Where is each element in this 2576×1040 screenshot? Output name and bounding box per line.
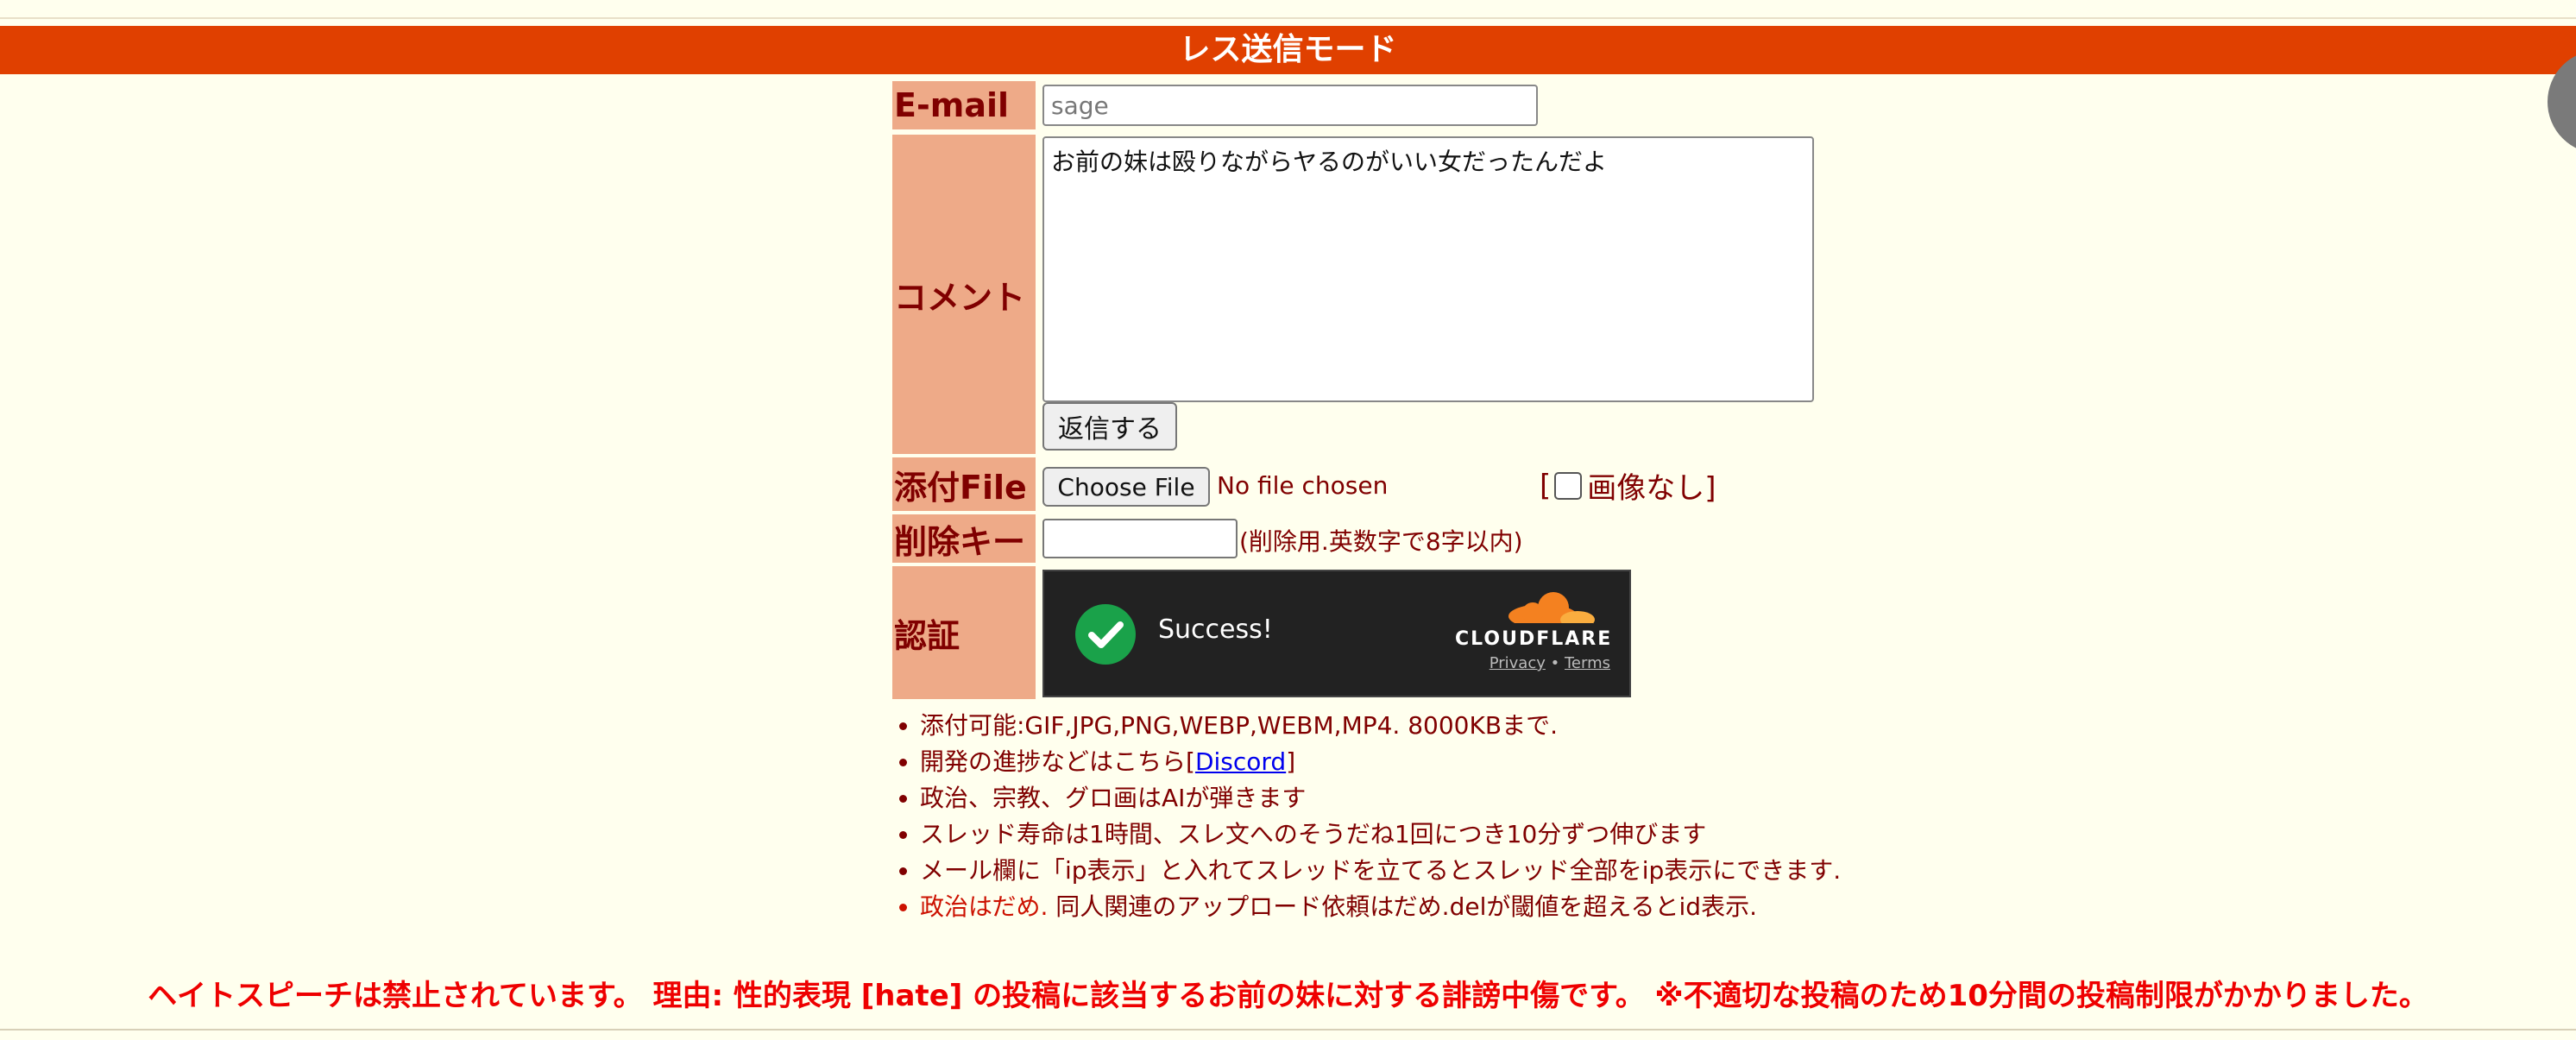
note-thread-life: スレッド寿命は1時間、スレ文へのそうだね1回につき10分ずつ伸びます	[920, 816, 1867, 853]
note-rules: 政治はだめ. 同人関連のアップロード依頼はだめ.delが閾値を超えるとid表示.	[920, 889, 1867, 925]
link-separator: •	[1550, 654, 1560, 672]
note-rules-rest: 同人関連のアップロード依頼はだめ.delが閾値を超えるとid表示.	[1048, 892, 1757, 921]
check-circle-icon	[1075, 604, 1136, 665]
cloudflare-links: Privacy • Terms	[1455, 654, 1610, 672]
top-divider	[0, 17, 2576, 19]
cloudflare-brand: CLOUDFLARE	[1455, 628, 1613, 650]
cloudflare-turnstile[interactable]: Success! CLOUDFLARE Privacy • Terms	[1042, 570, 1631, 697]
note-development-close: ]	[1286, 747, 1296, 776]
privacy-link[interactable]: Privacy	[1490, 654, 1546, 672]
note-ai-filter: 政治、宗教、グロ画はAIが弾きます	[920, 780, 1867, 816]
no-image-option: [ 画像なし]	[1540, 464, 1716, 507]
verify-status: Success!	[1158, 615, 1273, 645]
note-attachments: 添付可能:GIF,JPG,PNG,WEBP,WEBM,MP4. 8000KBまで…	[920, 708, 1867, 744]
posting-notes: 添付可能:GIF,JPG,PNG,WEBP,WEBM,MP4. 8000KBまで…	[892, 708, 1867, 925]
delete-key-input[interactable]	[1042, 519, 1238, 558]
no-image-checkbox[interactable]	[1554, 471, 1583, 500]
note-rules-politics: 政治はだめ.	[920, 892, 1049, 921]
no-image-label: 画像なし]	[1587, 471, 1716, 506]
note-ip-display: メール欄に「ip表示」と入れてスレッドを立てるとスレッド全部をip表示にできます…	[920, 853, 1867, 889]
reply-page: レス送信モード E-mail コメント お前の妹は殴りながらヤるのがいい女だった…	[0, 0, 2576, 1040]
file-status: No file chosen	[1217, 471, 1389, 500]
comment-textarea[interactable]: お前の妹は殴りながらヤるのがいい女だったんだよ	[1042, 136, 1814, 402]
terms-link[interactable]: Terms	[1565, 654, 1610, 672]
comment-label: コメント	[892, 135, 1036, 454]
choose-file-button[interactable]: Choose File	[1042, 467, 1210, 507]
note-development: 開発の進捗などはこちら[Discord]	[920, 744, 1867, 780]
auth-label: 認証	[892, 566, 1036, 699]
delete-key-label: 削除キー	[892, 514, 1036, 563]
bottom-divider	[0, 1029, 2576, 1031]
discord-link[interactable]: Discord	[1195, 747, 1286, 776]
mode-title: レス送信モード	[0, 26, 2576, 74]
email-label: E-mail	[892, 81, 1036, 129]
no-image-bracket-open: [	[1540, 468, 1552, 503]
reply-button[interactable]: 返信する	[1042, 402, 1177, 451]
email-input[interactable]	[1042, 85, 1538, 126]
cloudflare-cloud-icon	[1457, 590, 1610, 633]
delete-key-note: (削除用.英数字で8字以内)	[1239, 527, 1523, 556]
hate-speech-warning: ヘイトスピーチは禁止されています。 理由: 性的表現 [hate] の投稿に該当…	[148, 979, 2428, 1013]
note-development-text: 開発の進捗などはこちら[	[920, 747, 1195, 776]
file-label: 添付File	[892, 457, 1036, 511]
